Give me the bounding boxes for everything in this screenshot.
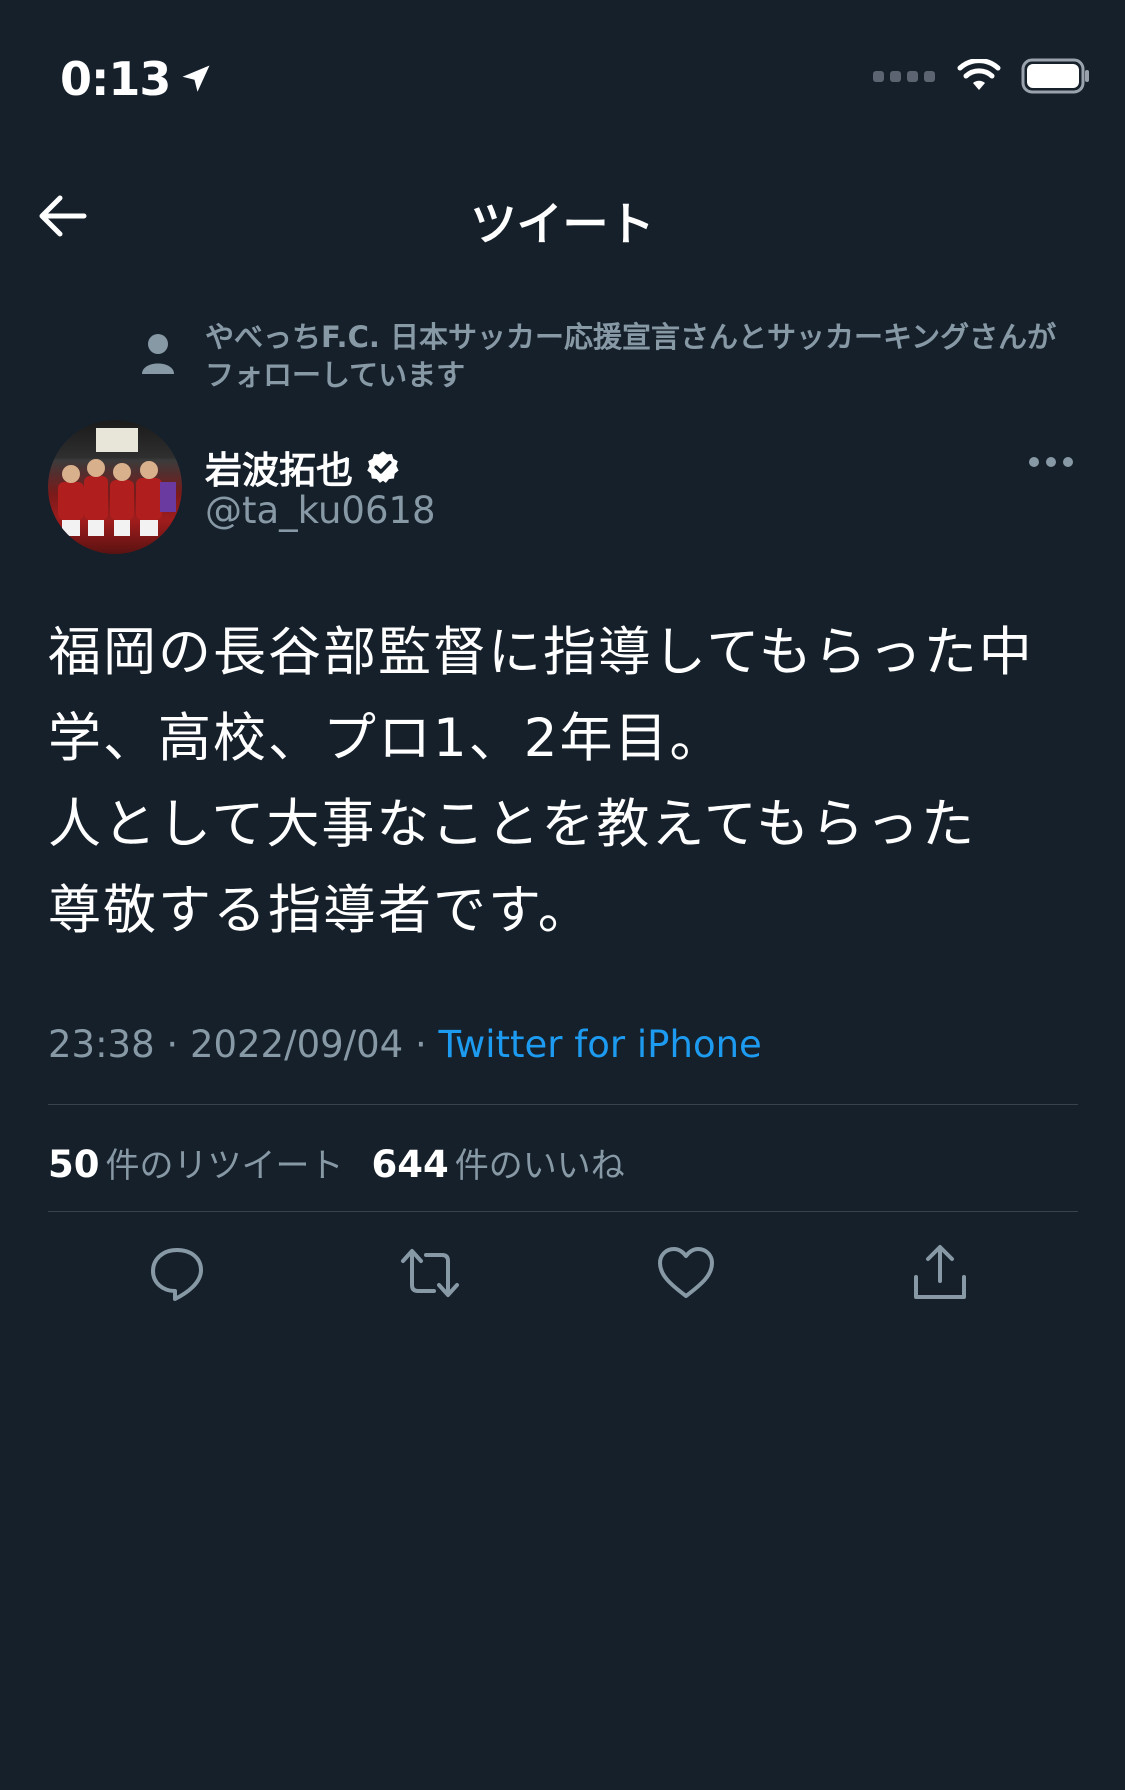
person-icon: [142, 334, 174, 374]
tweet-stats: 50 件のリツイート 644 件のいいね: [48, 1138, 625, 1187]
author-name-text: 岩波拓也: [205, 449, 353, 492]
likes-count: 644: [371, 1143, 449, 1186]
social-context-text[interactable]: やべっちF.C. 日本サッカー応援宣言さんとサッカーキングさんがフォローしていま…: [205, 318, 1075, 394]
meta-separator-2: ·: [414, 1023, 427, 1066]
tweet-time: 23:38: [48, 1023, 155, 1066]
author-handle[interactable]: @ta_ku0618: [205, 489, 436, 532]
status-bar-time: 0:13: [60, 52, 214, 106]
likes-label: 件のいいね: [454, 1146, 625, 1186]
meta-separator: ·: [166, 1023, 179, 1066]
tweet-text: 福岡の長谷部監督に指導してもらった中 学、高校、プロ1、2年目。 人として大事な…: [48, 622, 1034, 941]
location-arrow-icon: [182, 65, 210, 92]
like-icon[interactable]: [656, 1243, 716, 1303]
author-name[interactable]: 岩波拓也: [205, 440, 401, 494]
more-icon[interactable]: [1028, 452, 1074, 472]
status-indicators: [873, 58, 1091, 94]
signal-icon: [873, 70, 935, 82]
share-icon[interactable]: [910, 1243, 970, 1303]
avatar[interactable]: [48, 420, 182, 554]
retweet-icon[interactable]: [400, 1243, 460, 1303]
verified-badge-icon: [367, 451, 399, 483]
wifi-icon: [957, 59, 1001, 90]
likes-stat[interactable]: 644 件のいいね: [372, 1138, 625, 1187]
status-time-text: 0:13: [60, 52, 171, 106]
tweet-date: 2022/09/04: [189, 1023, 404, 1066]
retweets-label: 件のリツイート: [105, 1146, 344, 1186]
battery-icon: [1021, 58, 1089, 94]
retweets-count: 50: [48, 1143, 100, 1186]
reply-icon[interactable]: [147, 1243, 207, 1303]
divider-top: [48, 1104, 1078, 1105]
tweet-source-link[interactable]: Twitter for iPhone: [439, 1023, 762, 1066]
page-title: ツイート: [470, 197, 655, 251]
tweet-meta: 23:38 · 2022/09/04 · Twitter for iPhone: [48, 1023, 762, 1066]
retweets-stat[interactable]: 50 件のリツイート: [48, 1138, 344, 1187]
divider-bottom: [48, 1211, 1078, 1212]
